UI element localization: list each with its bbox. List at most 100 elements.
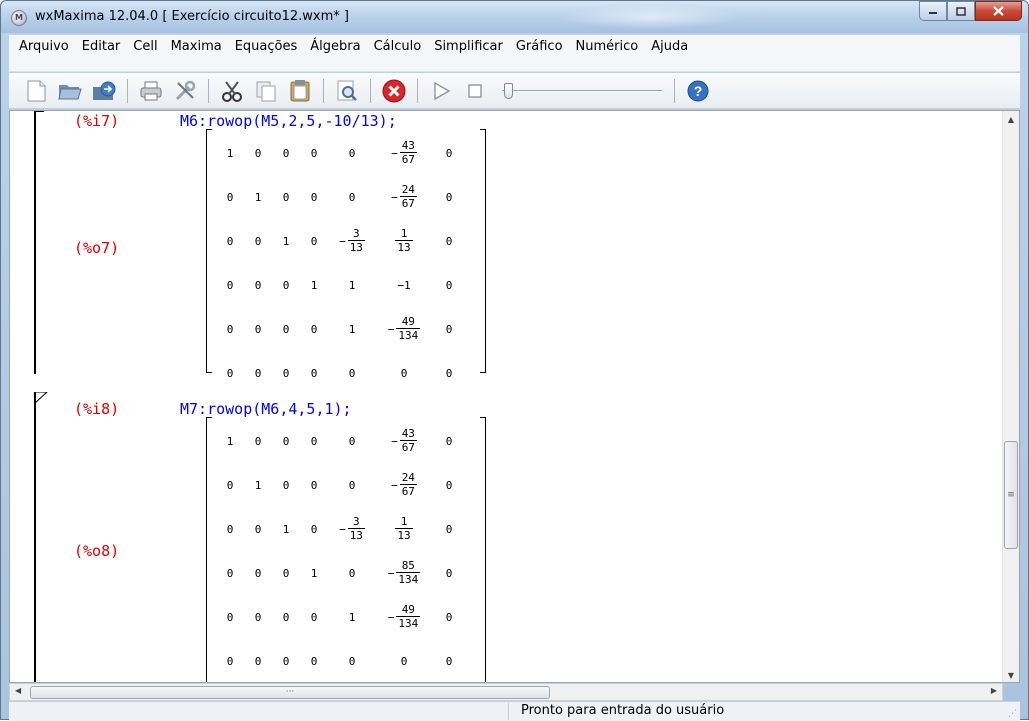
close-button[interactable] xyxy=(975,1,1022,21)
play-button[interactable] xyxy=(428,78,454,104)
menu-item[interactable]: Arquivo xyxy=(19,39,69,55)
scroll-up-arrow-icon[interactable]: ▲ xyxy=(1003,111,1019,128)
horizontal-scroll-thumb[interactable]: ··· xyxy=(30,686,550,699)
copy-button[interactable] xyxy=(253,78,279,104)
menu-item[interactable]: Maxima xyxy=(171,39,222,55)
matrix-cell: −1 xyxy=(397,278,411,292)
resize-grip-icon[interactable]: ⋰ xyxy=(1008,709,1017,719)
fraction-denominator: 134 xyxy=(396,572,421,586)
input-code[interactable]: M7:rowop(M6,4,5,1); xyxy=(180,400,352,418)
minus-sign: − xyxy=(339,522,346,536)
menu-item[interactable]: Ajuda xyxy=(651,39,688,55)
help-icon: ? xyxy=(687,80,709,101)
toolbar-separator xyxy=(417,78,418,103)
paste-button[interactable] xyxy=(287,78,313,104)
scroll-right-arrow-icon[interactable]: ▶ xyxy=(991,686,997,695)
new-file-button[interactable] xyxy=(23,78,49,104)
fraction-denominator: 67 xyxy=(399,440,417,454)
title-bar[interactable]: M wxMaxima 12.04.0 [ Exercício circuito1… xyxy=(1,1,1028,33)
matrix-cell: 1 13 xyxy=(376,507,432,551)
menu-item[interactable]: Editar xyxy=(82,39,121,55)
interrupt-button[interactable] xyxy=(381,78,407,104)
matrix-cell: 0 xyxy=(282,478,290,492)
save-button[interactable] xyxy=(91,78,117,104)
vertical-scroll-thumb[interactable]: ≡ xyxy=(1004,441,1018,549)
matrix-cell: 0 xyxy=(254,566,262,580)
matrix-row: 0 0 1 0−3 13 1 13 0 xyxy=(206,507,486,551)
fraction-denominator: 67 xyxy=(399,152,417,166)
matrix-cell: 1 xyxy=(348,610,356,624)
help-button[interactable]: ? xyxy=(685,78,711,104)
fraction-numerator: 24 xyxy=(401,183,415,196)
matrix-cell: 0 xyxy=(282,190,290,204)
stop-button[interactable] xyxy=(462,78,488,104)
fraction: 49 134 xyxy=(396,315,421,342)
print-icon xyxy=(140,81,162,100)
matrix-row: 0 0 0 1 1 −1 0 xyxy=(206,263,486,307)
cut-button[interactable] xyxy=(219,78,245,104)
cell-fold-triangle-icon xyxy=(34,392,48,405)
matrix-cell: −49 134 xyxy=(376,595,432,639)
fraction-numerator: 24 xyxy=(401,471,415,484)
matrix-cell: 0 xyxy=(445,146,453,160)
menu-item[interactable]: Álgebra xyxy=(310,39,360,55)
matrix-cell: −49 134 xyxy=(376,307,432,351)
maximize-button[interactable] xyxy=(947,1,975,21)
matrix-cell: 0 xyxy=(445,434,453,448)
matrix-cell: 1 xyxy=(254,478,262,492)
close-icon xyxy=(993,6,1004,16)
status-pane-empty xyxy=(9,703,509,720)
new-file-icon xyxy=(27,80,46,101)
preferences-button[interactable] xyxy=(172,78,198,104)
input-code[interactable]: M6:rowop(M5,2,5,-10/13); xyxy=(180,112,397,130)
horizontal-scrollbar[interactable]: ◀ ··· ▶ xyxy=(9,683,1003,701)
fraction-denominator: 13 xyxy=(395,240,413,254)
cell-bracket[interactable] xyxy=(34,111,36,374)
scroll-left-arrow-icon[interactable]: ◀ xyxy=(15,686,21,695)
matrix-cell: 0 xyxy=(445,478,453,492)
worksheet[interactable]: (%i7) M6:rowop(M5,2,5,-10/13); (%o7) 100… xyxy=(9,110,1020,683)
menu-item[interactable]: Gráfico xyxy=(516,39,563,55)
toolbar-separator xyxy=(370,78,371,103)
toolbar-separator xyxy=(323,78,324,103)
fraction-denominator: 13 xyxy=(395,528,413,542)
toolbar: ? xyxy=(9,73,1020,109)
menu-item[interactable]: Numérico xyxy=(576,39,639,55)
matrix-cell: 0 xyxy=(282,146,290,160)
find-button[interactable] xyxy=(334,78,360,104)
matrix-cell: 0 xyxy=(445,234,453,248)
matrix-cell: 0 xyxy=(254,146,262,160)
save-icon xyxy=(93,81,116,100)
matrix-row: 0 0 0 0 0 0 0 xyxy=(206,351,486,395)
menu-item[interactable]: Cell xyxy=(133,39,157,55)
copy-icon xyxy=(256,81,276,101)
fraction-numerator: 49 xyxy=(401,315,415,328)
print-button[interactable] xyxy=(138,78,164,104)
matrix-cell: 0 xyxy=(348,654,356,668)
matrix-cell: 0 xyxy=(310,434,318,448)
matrix-cell: 0 xyxy=(445,522,453,536)
menu-bar: Arquivo Editar Cell Maxima Equações Álgebra Cá… xyxy=(9,35,1020,72)
menu-item[interactable]: Simplificar xyxy=(434,39,503,55)
open-button[interactable] xyxy=(57,78,83,104)
matrix-cell: 0 xyxy=(254,610,262,624)
output-matrix: 1 0 0 0 0−43 67 0 0 1 0 0 0−24 67 0 0 0 1 0−3 13 1 13 0 0 0 0 1 0−… xyxy=(206,417,486,682)
menu-item[interactable]: Cálculo xyxy=(374,39,422,55)
fraction: 3 13 xyxy=(347,228,365,254)
cell-bracket[interactable] xyxy=(34,392,36,682)
scroll-down-arrow-icon[interactable]: ▼ xyxy=(1003,667,1019,682)
matrix-cell: 0 xyxy=(254,522,262,536)
vertical-scrollbar[interactable]: ▲ ≡ ▼ xyxy=(1002,111,1019,682)
matrix-cell: 0 xyxy=(310,654,318,668)
paste-icon xyxy=(290,79,310,101)
menu-item[interactable]: Equações xyxy=(235,39,298,55)
fraction-denominator: 13 xyxy=(347,240,365,254)
fraction: 1 13 xyxy=(395,516,413,542)
animation-slider[interactable] xyxy=(502,82,662,100)
wxmaxima-app-icon[interactable]: M xyxy=(11,10,27,26)
fraction-denominator: 134 xyxy=(396,616,421,630)
minus-sign: − xyxy=(391,478,398,492)
slider-thumb[interactable] xyxy=(504,82,513,99)
minimize-button[interactable] xyxy=(919,1,947,21)
matrix-cell: 0 xyxy=(348,566,356,580)
